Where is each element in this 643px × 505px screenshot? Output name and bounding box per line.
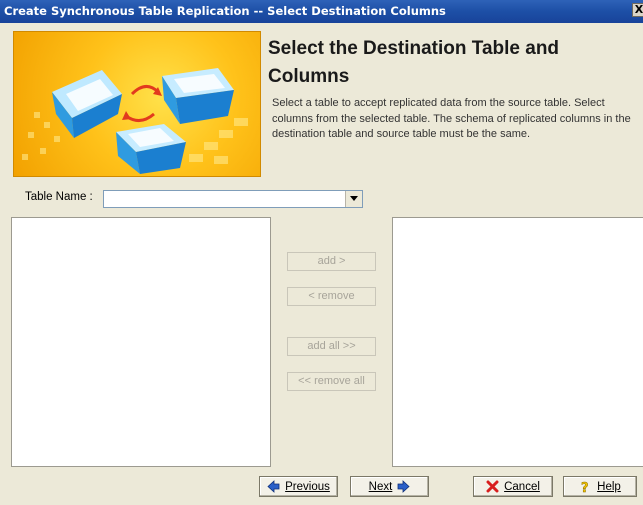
previous-label: Previous (285, 480, 330, 493)
next-label: Next (368, 480, 393, 493)
cancel-button[interactable]: Cancel (473, 476, 553, 497)
arrow-right-icon (397, 480, 410, 493)
destination-columns-list[interactable] (392, 217, 643, 467)
svg-text:?: ? (581, 481, 589, 493)
table-name-select[interactable] (103, 190, 363, 208)
chevron-down-icon[interactable] (345, 191, 362, 207)
help-label: Help (597, 480, 621, 493)
page-title: Select the Destination Table and Columns (268, 38, 560, 87)
page-description: Select a table to accept replicated data… (272, 97, 631, 141)
question-mark-icon: ? (581, 481, 589, 493)
next-button[interactable]: Next (350, 476, 429, 497)
dialog-body: Select the Destination Table and Columns… (0, 23, 643, 505)
cancel-label: Cancel (504, 480, 540, 493)
close-button[interactable]: X (632, 3, 643, 17)
previous-button[interactable]: Previous (259, 476, 338, 497)
source-columns-list[interactable] (11, 217, 271, 467)
banner-image (13, 31, 261, 177)
remove-all-button[interactable]: << remove all (287, 372, 376, 391)
remove-button[interactable]: < remove (287, 287, 376, 306)
red-x-icon (486, 480, 499, 493)
add-button[interactable]: add > (287, 252, 376, 271)
arrow-left-icon (267, 480, 280, 493)
window-title: Create Synchronous Table Replication -- … (4, 4, 446, 18)
add-all-button[interactable]: add all >> (287, 337, 376, 356)
title-bar: Create Synchronous Table Replication -- … (0, 0, 643, 23)
help-button[interactable]: ? Help (563, 476, 637, 497)
table-name-label: Table Name : (25, 191, 93, 203)
database-replication-icon (22, 68, 248, 174)
